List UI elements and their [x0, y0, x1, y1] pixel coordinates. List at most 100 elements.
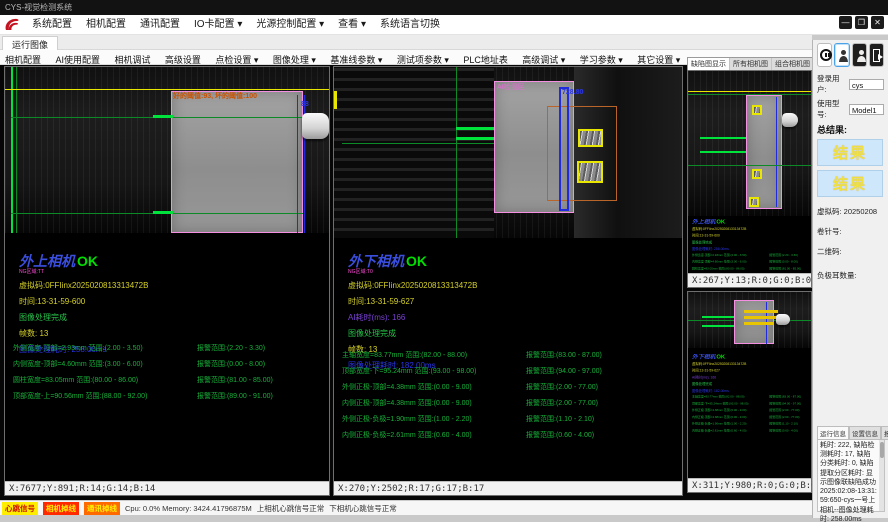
- measurement-value: 内侧宽度-顶部=4.60mm 范围:(3.00 - 6.00): [13, 359, 197, 369]
- mini-result-title: 外下相机OK: [692, 354, 810, 359]
- measurement-value: 主轴宽度=83.77mm 范围:(82.00 - 88.00): [342, 350, 526, 360]
- qr-code-label: 二维码:: [817, 246, 884, 257]
- middle-camera-result-title: 外下相机OK: [348, 255, 477, 268]
- rail-texture: [334, 67, 494, 238]
- alarm-range: 报警范围:(83.00 - 87.00): [526, 350, 602, 360]
- window-titlebar: CYS-视觉检测系统: [0, 0, 888, 15]
- tool-test-params[interactable]: 测试项参数 ▾: [392, 53, 454, 65]
- ng-info: NG区域:T0: [348, 268, 477, 275]
- left-measurements: 外侧宽度-顶部=2.93mm 范围:(2.00 - 3.50)报警范围:(2.2…: [13, 343, 273, 407]
- tab-defect-image[interactable]: 缺陷图显示: [688, 58, 730, 70]
- green-guide-line: [11, 67, 13, 233]
- white-connector-part: [782, 113, 798, 127]
- tool-advanced-settings[interactable]: 高级设置: [160, 53, 206, 65]
- control-buttons: [817, 43, 884, 67]
- left-camera-panel[interactable]: 好的阈值:93, 坏的阈值:100 88 外上相机OK NG区域:TT 虚拟码:…: [4, 66, 330, 496]
- small-view1-result: 外上相机OK 虚拟码:0FFIinx2025020813313472B 时间:1…: [692, 219, 810, 275]
- user-dark-icon: [859, 50, 864, 55]
- tool-camera-debug[interactable]: 相机调试: [109, 53, 155, 65]
- measurement-value: 外侧正极-负极=1.90mm 范围:(1.00 - 2.20): [342, 414, 526, 424]
- login-user-button[interactable]: [834, 43, 849, 67]
- left-camera-result-title: 外上相机OK: [19, 255, 148, 268]
- log-tab-run[interactable]: 运行信息: [817, 426, 849, 440]
- small-view2-result: 外下相机OK 虚拟码:0FFIinx2025020813313472B 时间:1…: [692, 354, 810, 466]
- mini-time: 时间:13-31-59-627: [692, 368, 810, 373]
- pause-button[interactable]: [817, 43, 832, 67]
- defect-yellow-rect: [578, 129, 603, 147]
- menu-io-config[interactable]: IO卡配置 ▾: [187, 15, 249, 35]
- bottom-status-bar: 心跳信号 相机掉线 通讯掉线 Cpu: 0.0% Memory: 3424.41…: [0, 500, 812, 515]
- close-button[interactable]: ✕: [871, 16, 884, 29]
- log-tab-errors[interactable]: 报错信息: [881, 426, 888, 440]
- result-box-1: 结果: [817, 139, 883, 166]
- menu-view[interactable]: 查看 ▾: [331, 15, 373, 35]
- mini-barcode: 虚拟码:0FFIinx2025020813313472B: [692, 227, 810, 232]
- upper-camera-heartbeat-status: 上相机心跳信号正常: [257, 503, 325, 514]
- small-view2-statusbar: X:311;Y:980;R:0;G:0;B:0: [688, 478, 811, 492]
- menu-bar: 系统配置 相机配置 通讯配置 IO卡配置 ▾ 光源控制配置 ▾ 查看 ▾ 系统语…: [0, 15, 888, 35]
- middle-camera-panel[interactable]: AI检测区 728.80 外下相机OK NG区域:T0 虚拟码:0FFIinx2…: [333, 66, 683, 496]
- user-icon-body: [839, 56, 848, 62]
- tool-baseline-params[interactable]: 基准线参数 ▾: [325, 53, 387, 65]
- right-view-tabs: 缺陷图显示 所有相机图 组合相机图: [687, 57, 812, 70]
- roi-orange-rect: [547, 106, 617, 201]
- menu-camera-config[interactable]: 相机配置: [79, 15, 133, 35]
- cpu-memory-status: Cpu: 0.0% Memory: 3424.41796875M: [125, 504, 252, 513]
- measurement-value: 顶部宽度-上=90.56mm 范围:(88.00 - 92.00): [13, 391, 197, 401]
- alarm-range: 报警范围:(0.60 - 4.00): [526, 430, 594, 440]
- pin-number-label: 卷针号:: [817, 226, 884, 237]
- defect-yellow-rect: [577, 161, 603, 183]
- small-view1-image[interactable]: [688, 71, 811, 216]
- exit-button[interactable]: [869, 43, 884, 67]
- middle-camera-image[interactable]: AI检测区 728.80: [334, 67, 682, 238]
- result-box-2: 结果: [817, 170, 883, 197]
- defect-marker: [752, 105, 762, 115]
- log-text-area[interactable]: 耗时: 222, 缺陷检测耗时: 17, 缺陷分类耗时: 0, 缺陷提取分区耗时…: [817, 440, 885, 512]
- tool-ai-config[interactable]: AI使用配置: [50, 53, 105, 65]
- tool-spot-check[interactable]: 点检设置 ▾: [210, 53, 263, 65]
- menu-comm-config[interactable]: 通讯配置: [133, 15, 187, 35]
- window-controls: — ❐ ✕: [839, 16, 884, 29]
- alarm-range: 报警范围:(94.00 - 97.00): [526, 366, 602, 376]
- menu-language-switch[interactable]: 系统语言切换: [373, 15, 447, 35]
- alarm-range: 报警范围:(2.00 - 77.00): [526, 398, 598, 408]
- threshold-overlay-text: 好的阈值:93, 坏的阈值:100: [173, 91, 257, 101]
- minimize-button[interactable]: —: [839, 16, 852, 29]
- right-small-view-2[interactable]: 外下相机OK 虚拟码:0FFIinx2025020813313472B 时间:1…: [687, 291, 812, 493]
- mini-measure-row: 内侧正极-负极=2.61mm 范围:(0.60 - 4.00)报警范围:(0.6…: [692, 428, 810, 432]
- login-user-input[interactable]: cys: [849, 79, 884, 90]
- menu-light-config[interactable]: 光源控制配置 ▾: [249, 15, 331, 35]
- alarm-range: 报警范围:(2.20 - 3.30): [197, 343, 265, 353]
- operator-button[interactable]: [852, 43, 867, 67]
- model-input[interactable]: Model1: [849, 104, 884, 115]
- virtual-code-line: 虚拟码: 20250208: [817, 206, 884, 217]
- log-scroll-thumb[interactable]: [880, 442, 884, 458]
- middle-measurements: 主轴宽度=83.77mm 范围:(82.00 - 88.00)报警范围:(83.…: [342, 350, 602, 446]
- tool-camera-config[interactable]: 相机配置: [0, 53, 46, 65]
- login-user-label: 登录用户:: [817, 73, 849, 95]
- maximize-button[interactable]: ❐: [855, 16, 868, 29]
- model-row: 使用型号: Model1: [817, 98, 884, 120]
- tab-all-camera-image[interactable]: 所有相机图: [730, 58, 772, 70]
- tool-image-processing[interactable]: 图像处理 ▾: [268, 53, 321, 65]
- blue-measure-line: [297, 95, 298, 233]
- mini-measure-row: 外侧正极-顶部=4.38mm 范围:(0.00 - 9.00)报警范围:(2.0…: [692, 408, 810, 412]
- small-view1-statusbar: X:267;Y:13;R:0;G:0;B:0: [688, 273, 811, 287]
- tab-run-image[interactable]: 运行图像: [2, 36, 58, 51]
- tool-plc-address[interactable]: PLC地址表: [458, 53, 513, 65]
- menu-system-config[interactable]: 系统配置: [25, 15, 79, 35]
- measurement-value: 内侧正极-顶部=4.38mm 范围:(0.00 - 9.00): [342, 398, 526, 408]
- left-camera-image[interactable]: 好的阈值:93, 坏的阈值:100 88: [5, 67, 329, 233]
- tool-other-settings[interactable]: 其它设置 ▾: [632, 53, 685, 65]
- tool-advanced-debug[interactable]: 高级调试 ▾: [517, 53, 570, 65]
- tool-learning-params[interactable]: 学习参数 ▾: [575, 53, 628, 65]
- left-result-block: 外上相机OK NG区域:TT 虚拟码:0FFIinx20250208133134…: [19, 255, 148, 355]
- log-tab-settings[interactable]: 设置信息: [849, 426, 881, 440]
- tab-combined-image[interactable]: 组合相机图: [772, 58, 814, 70]
- lower-camera-heartbeat-status: 下相机心跳信号正常: [329, 503, 397, 514]
- right-small-view-1[interactable]: 外上相机OK 虚拟码:0FFIinx2025020813313472B 时间:1…: [687, 70, 812, 288]
- yellow-baseline: [5, 89, 329, 90]
- small-view2-image[interactable]: [688, 292, 811, 348]
- log-scrollbar[interactable]: [879, 440, 884, 511]
- log-section: 运行信息 设置信息 报错信息 耗时: 222, 缺陷检测耗时: 17, 缺陷分类…: [817, 422, 888, 512]
